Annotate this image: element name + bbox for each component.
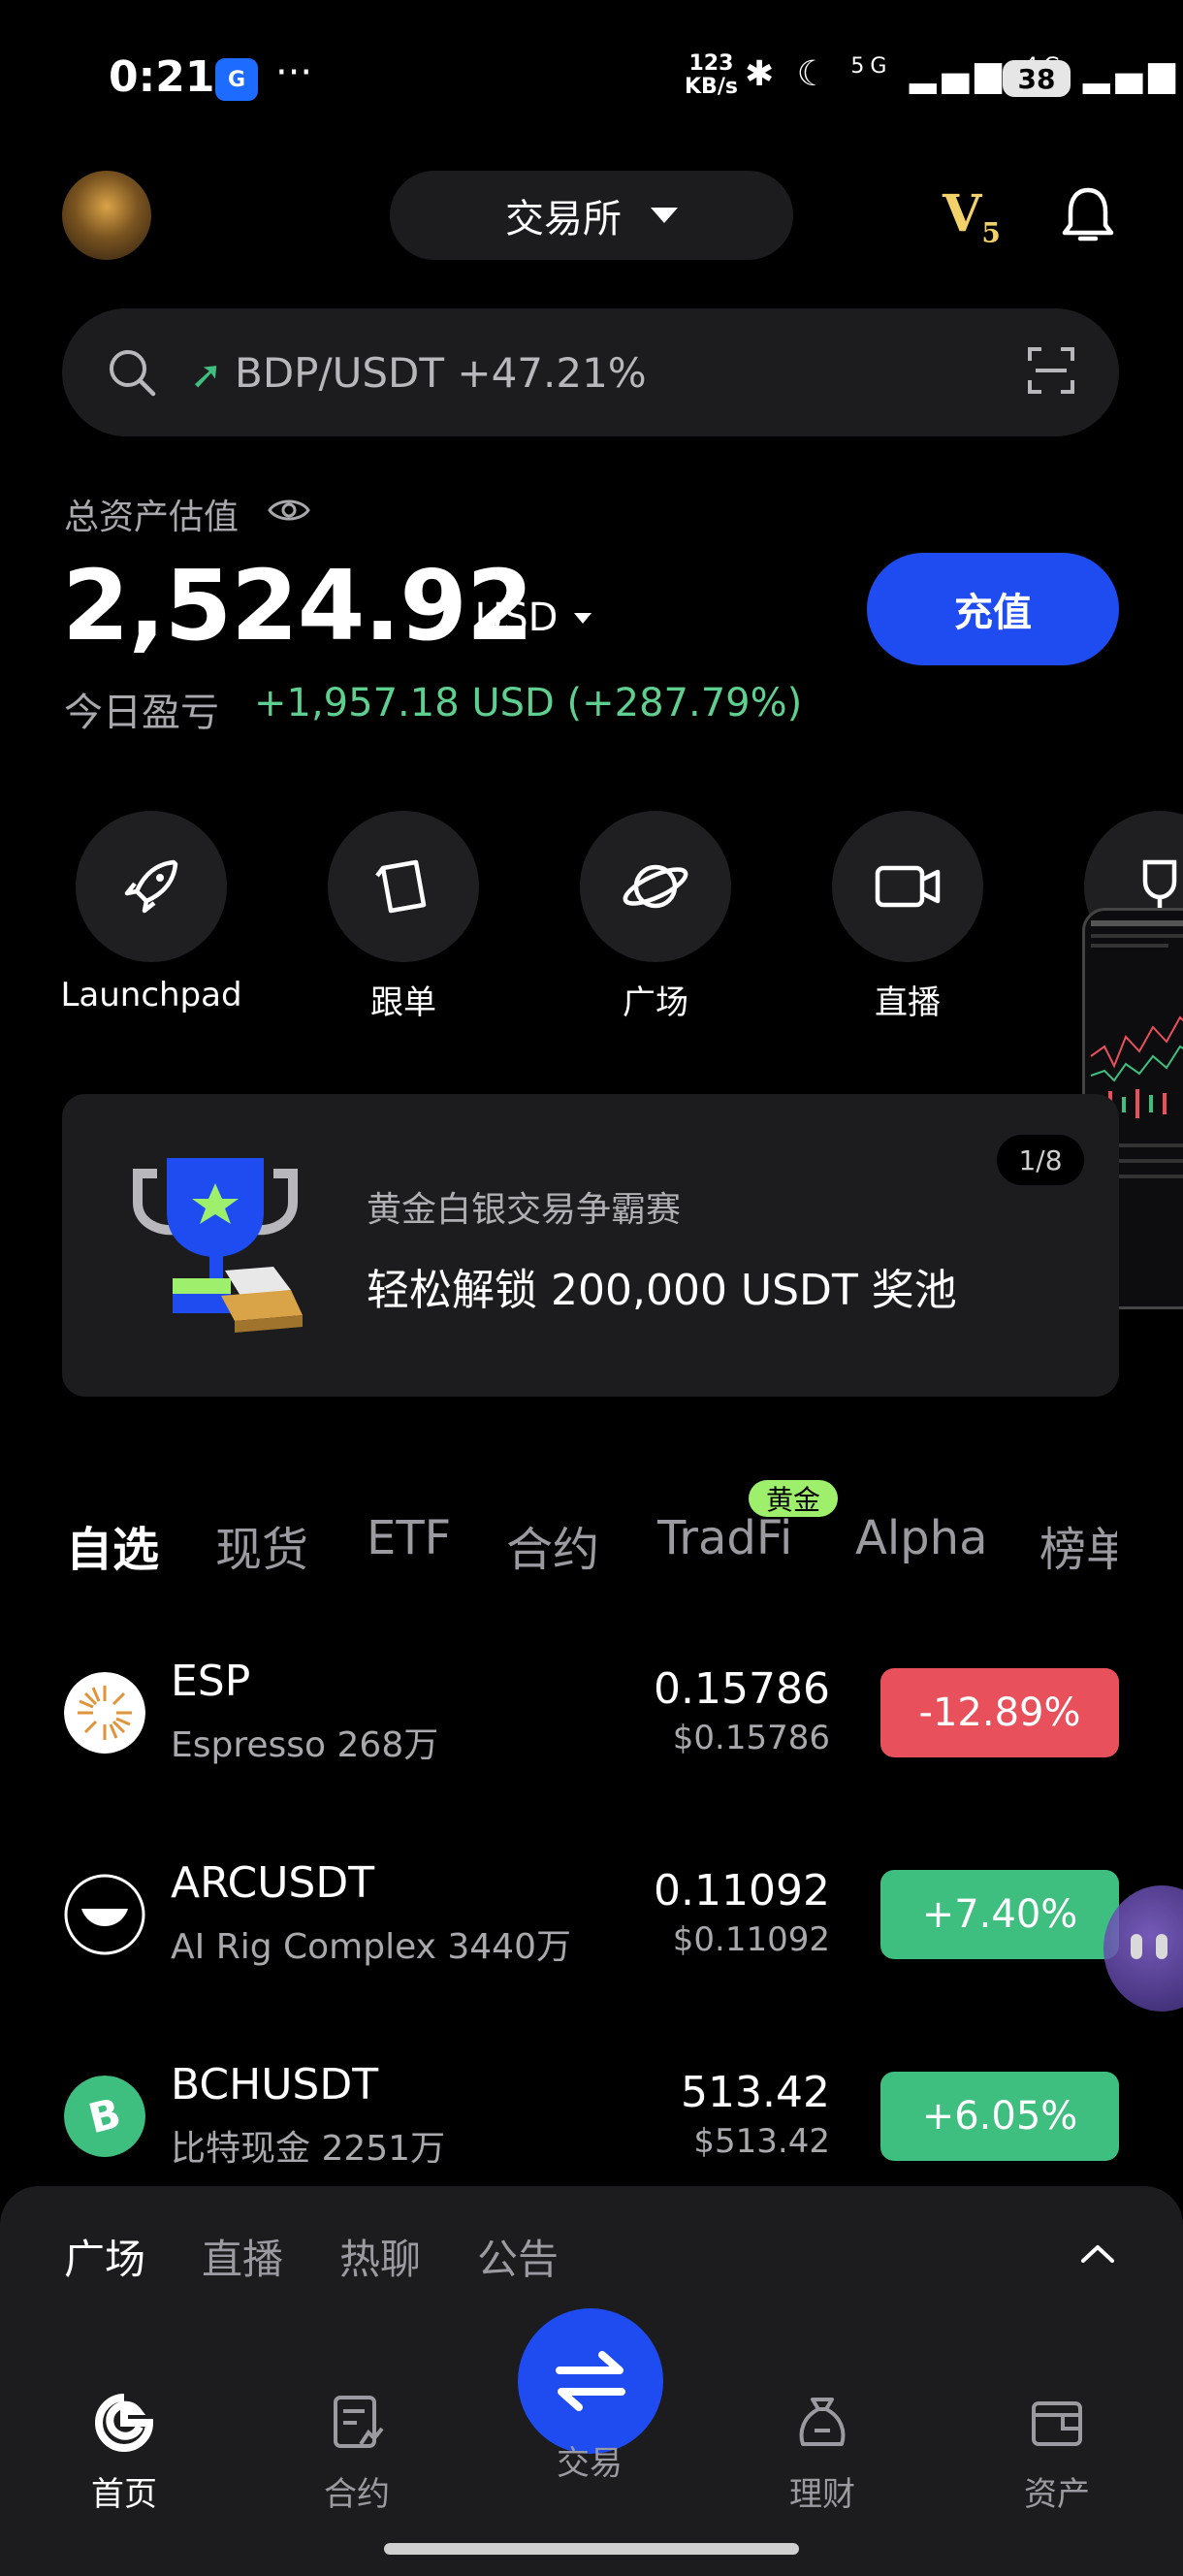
shortcut-copy-trading[interactable] — [328, 811, 479, 962]
planet-icon — [580, 811, 731, 962]
more-notifications-icon: ··· — [275, 50, 313, 95]
change-badge[interactable]: +6.05% — [880, 2072, 1119, 2161]
shortcut-label: 直播 — [875, 983, 941, 1022]
bluetooth-icon: ✱ — [745, 54, 781, 94]
feed-tab-live[interactable]: 直播 — [202, 2227, 283, 2286]
shortcut-square[interactable] — [580, 811, 731, 962]
money-bag-icon — [799, 2398, 846, 2446]
home-logo-icon — [95, 2394, 154, 2452]
nav-assets[interactable]: 资产 — [979, 2394, 1135, 2515]
total-assets-label: 总资产估值 — [64, 498, 240, 537]
shortcut-label: 广场 — [623, 983, 688, 1022]
coin-price: 0.11092 — [654, 1866, 830, 1916]
nav-trade[interactable]: 交易 — [512, 2425, 667, 2484]
battery-icon: 38 — [1003, 60, 1071, 97]
tab-etf[interactable]: ETF — [367, 1511, 451, 1565]
caret-down-icon[interactable] — [574, 613, 592, 624]
coin-usd-price: $0.15786 — [672, 1719, 830, 1757]
shortcut-label: Launchpad — [60, 976, 242, 1014]
signal-5g-icon: 5G — [850, 54, 893, 79]
coin-symbol: BCHUSDT — [171, 2060, 379, 2109]
status-time: 0:21 — [109, 52, 215, 102]
search-ticker: BDP/USDT +47.21% — [235, 349, 647, 397]
cards-icon — [328, 811, 479, 962]
arc-logo-icon — [64, 1874, 145, 1955]
bubble-eye-icon — [1131, 1934, 1142, 1959]
nav-label: 交易 — [557, 2444, 623, 2483]
avatar[interactable] — [62, 171, 151, 260]
nav-label: 合约 — [324, 2475, 390, 2514]
caret-down-icon — [651, 208, 678, 223]
tradfi-badge: 黄金 — [749, 1480, 838, 1517]
feed-tab-hot-chat[interactable]: 热聊 — [339, 2227, 421, 2286]
tab-favorites[interactable]: 自选 — [66, 1511, 159, 1579]
nav-label: 资产 — [1024, 2475, 1090, 2514]
eye-icon[interactable] — [268, 497, 310, 524]
coin-subtitle: 比特现金 2251万 — [171, 2129, 446, 2169]
trend-up-icon: ➚ — [190, 353, 223, 398]
nav-earn[interactable]: 理财 — [745, 2394, 900, 2515]
banner-title: 轻松解锁 200,000 USDT 奖池 — [367, 1266, 957, 1315]
currency-selector[interactable]: USD — [475, 596, 558, 640]
total-assets-value: 2,524.92 — [62, 549, 533, 662]
change-badge[interactable]: -12.89% — [880, 1668, 1119, 1757]
banner-subtitle: 黄金白银交易争霸赛 — [367, 1190, 682, 1230]
nav-label: 首页 — [91, 2475, 157, 2514]
rocket-icon — [76, 811, 227, 962]
pnl-value: +1,957.18 USD (+287.79%) — [254, 681, 803, 725]
shortcut-launchpad[interactable] — [76, 811, 227, 962]
feed-tab-square[interactable]: 广场 — [64, 2227, 145, 2286]
network-speed: 123 KB/s — [685, 51, 738, 99]
tab-spot[interactable]: 现货 — [215, 1511, 308, 1579]
search-icon — [110, 350, 156, 397]
exchange-label: 交易所 — [505, 197, 622, 242]
signal-bars-icon: ▂▄▆ — [1082, 54, 1181, 94]
tab-rankings[interactable]: 榜单 — [1039, 1511, 1117, 1579]
coin-symbol: ESP — [171, 1657, 251, 1706]
signal-bars-icon: ▂▄▆ — [909, 54, 1007, 94]
tab-futures[interactable]: 合约 — [506, 1511, 599, 1579]
table-row[interactable]: ESP Espresso 268万 0.15786 $0.15786 -12.8… — [0, 1649, 1183, 1804]
status-icons: ✱ ☾ 5G ▂▄▆ 4G ▂▄▆ — [745, 54, 1181, 94]
feed-tab-announcements[interactable]: 公告 — [477, 2227, 559, 2286]
shortcut-live[interactable] — [832, 811, 983, 962]
home-indicator[interactable] — [384, 2543, 799, 2555]
pnl-label: 今日盈亏 — [64, 691, 219, 735]
document-chart-icon — [334, 2396, 384, 2448]
shortcut-label: 跟单 — [370, 983, 436, 1022]
moon-icon: ☾ — [796, 54, 834, 94]
espresso-logo-icon — [64, 1672, 145, 1754]
bell-icon[interactable] — [1061, 186, 1115, 244]
nav-futures[interactable]: 合约 — [279, 2394, 434, 2515]
coin-subtitle: Espresso 268万 — [171, 1725, 439, 1765]
video-camera-icon — [832, 811, 983, 962]
coin-price: 0.15786 — [654, 1664, 830, 1714]
banner-page-indicator: 1/8 — [997, 1135, 1084, 1185]
coin-price: 513.42 — [681, 2068, 830, 2117]
table-row[interactable]: ARCUSDT AI Rig Complex 3440万 0.11092 $0.… — [0, 1851, 1183, 2006]
bitcoin-cash-logo-icon: B — [64, 2076, 145, 2157]
trophy-gold-icon — [133, 1158, 303, 1333]
wallet-icon — [1032, 2401, 1082, 2446]
coin-usd-price: $513.42 — [693, 2122, 830, 2161]
swap-arrows-icon — [556, 2351, 625, 2411]
nav-label: 理财 — [789, 2475, 855, 2514]
vip-badge[interactable]: V5 — [943, 184, 1001, 248]
exchange-switcher[interactable]: 交易所 — [390, 171, 793, 260]
change-badge[interactable]: +7.40% — [880, 1870, 1119, 1959]
chevron-up-icon[interactable] — [1080, 2244, 1115, 2264]
app-notification-icon: G — [215, 58, 258, 101]
coin-symbol: ARCUSDT — [171, 1858, 375, 1908]
bubble-eye-icon — [1156, 1934, 1167, 1959]
nav-home[interactable]: 首页 — [47, 2394, 202, 2515]
coin-subtitle: AI Rig Complex 3440万 — [171, 1927, 571, 1967]
table-row[interactable]: B BCHUSDT 比特现金 2251万 513.42 $513.42 +6.0… — [0, 2052, 1183, 2188]
coin-usd-price: $0.11092 — [672, 1920, 830, 1959]
tab-tradfi[interactable]: TradFi — [657, 1511, 792, 1565]
deposit-button[interactable]: 充值 — [867, 553, 1119, 665]
tab-alpha[interactable]: Alpha — [855, 1511, 987, 1565]
scan-icon[interactable] — [1026, 345, 1076, 396]
